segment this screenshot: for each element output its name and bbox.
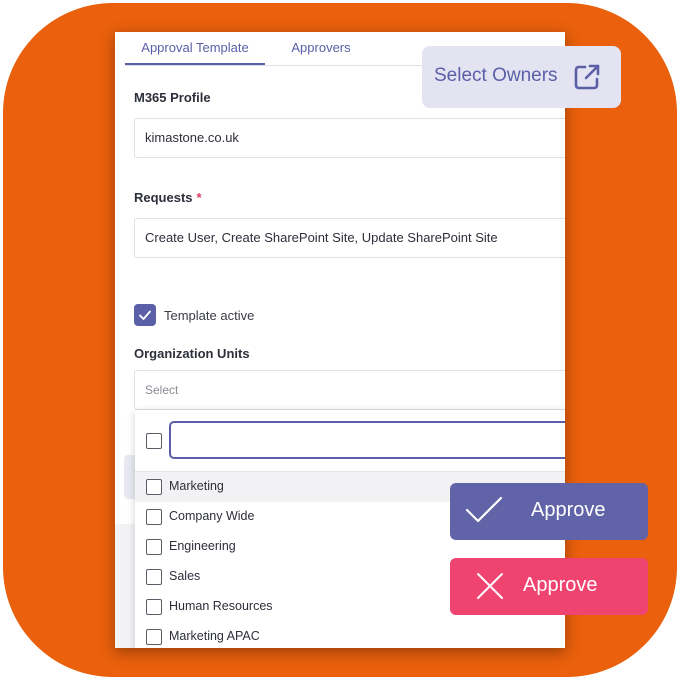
m365-profile-field[interactable]: kimastone.co.uk: [134, 118, 565, 158]
approve-button[interactable]: Approve: [450, 483, 648, 540]
template-active-checkbox[interactable]: [134, 304, 156, 326]
required-marker: *: [196, 190, 202, 205]
check-icon: [139, 310, 151, 320]
option-checkbox[interactable]: [146, 569, 162, 585]
organization-units-select[interactable]: Select: [134, 370, 565, 410]
check-icon: [465, 496, 503, 523]
template-active-label: Template active: [164, 308, 255, 323]
option-label: Sales: [169, 569, 201, 583]
select-owners-label: Select Owners: [434, 65, 558, 86]
close-icon: [477, 573, 503, 599]
reject-label: Approve: [523, 574, 598, 596]
approval-template-panel: Approval Template Approvers M365 Profile…: [115, 32, 565, 648]
reject-button[interactable]: Approve: [450, 558, 648, 615]
requests-label: Requests *: [134, 190, 202, 205]
option-label: Company Wide: [169, 509, 255, 523]
option-checkbox[interactable]: [146, 629, 162, 645]
option-checkbox[interactable]: [146, 479, 162, 495]
filter-input[interactable]: [169, 421, 565, 459]
organization-units-label: Organization Units: [134, 346, 250, 361]
tab-approvers[interactable]: Approvers: [275, 32, 367, 63]
option-label: Engineering: [169, 539, 236, 553]
external-link-icon: [574, 64, 600, 90]
tab-approval-template[interactable]: Approval Template: [125, 32, 265, 65]
select-all-checkbox[interactable]: [146, 433, 162, 449]
requests-field[interactable]: Create User, Create SharePoint Site, Upd…: [134, 218, 565, 258]
m365-profile-label: M365 Profile: [134, 90, 211, 105]
option-label: Marketing: [169, 479, 224, 493]
option-checkbox[interactable]: [146, 539, 162, 555]
select-owners-button[interactable]: Select Owners: [422, 46, 621, 108]
option-checkbox[interactable]: [146, 599, 162, 615]
option-marketing-apac[interactable]: Marketing APAC: [135, 622, 565, 648]
footer-area: [115, 524, 135, 648]
approve-label: Approve: [531, 499, 606, 521]
option-label: Marketing APAC: [169, 629, 260, 643]
requests-label-text: Requests: [134, 190, 193, 205]
option-checkbox[interactable]: [146, 509, 162, 525]
option-label: Human Resources: [169, 599, 273, 613]
